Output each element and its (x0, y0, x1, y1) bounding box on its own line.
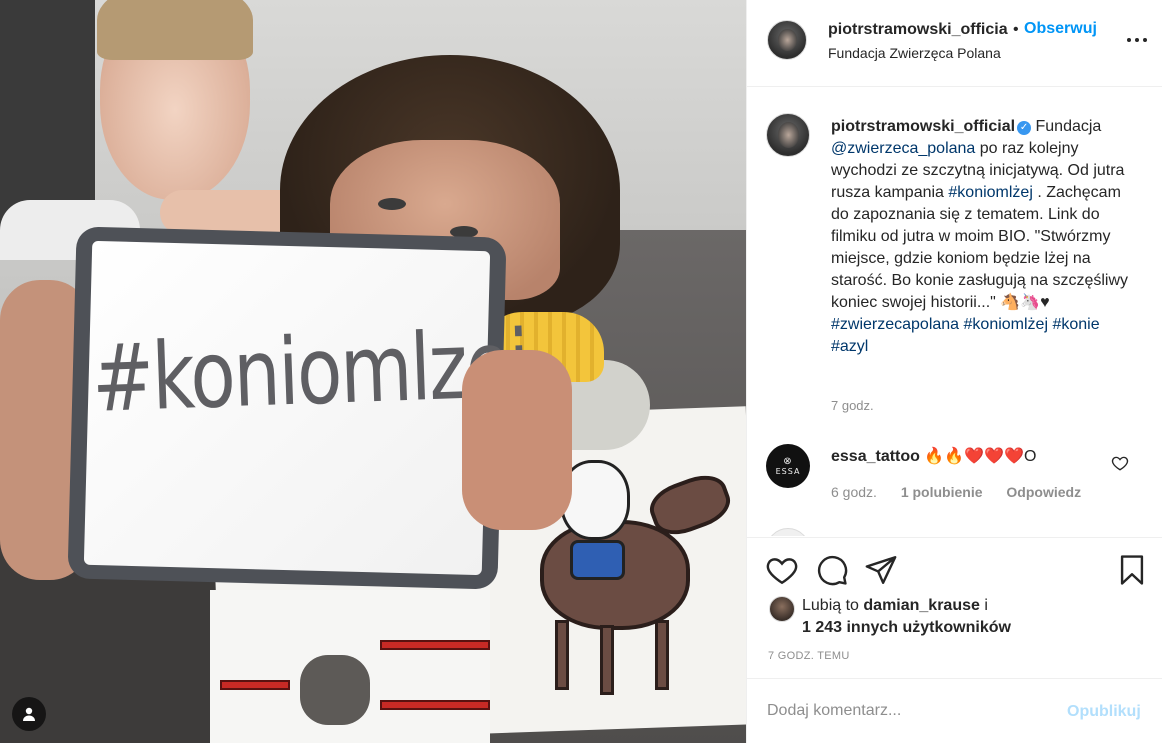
save-button[interactable] (1115, 553, 1149, 587)
comment-text: 🔥🔥❤️❤️❤️O (924, 448, 1037, 465)
likes-prefix: Lubią to (802, 597, 864, 614)
comment: essa_tattoo 🔥🔥❤️❤️❤️O (831, 446, 1036, 466)
paper-plane-icon (865, 556, 897, 584)
likes-line: 1 243 innych użytkowników (802, 619, 1011, 637)
bookmark-icon (1120, 555, 1144, 585)
caption-text: . Zachęcam do zapoznania się z tematem. … (831, 184, 1129, 311)
caption-time: 7 godz. (831, 398, 874, 413)
commenter-avatar[interactable]: ⊗ ESSA (766, 444, 810, 488)
post-actions (747, 537, 1162, 601)
post-photo[interactable]: #koniomlzej (0, 0, 746, 743)
more-options-icon[interactable] (1123, 30, 1151, 50)
photo-fence (380, 640, 490, 650)
author-avatar[interactable] (767, 20, 807, 60)
post-caption: piotrstramowski_official ✓ Fundacja @zwie… (831, 116, 1131, 358)
comment-username[interactable]: essa_tattoo (831, 448, 920, 465)
reply-button[interactable]: Odpowiedz (1006, 484, 1081, 500)
commenter-avatar[interactable] (766, 528, 810, 536)
caption-text: Fundacja (1031, 118, 1102, 135)
photo-woman-hair (97, 0, 253, 60)
comment-icon (817, 555, 848, 586)
post-timestamp[interactable]: 7 GODZ. TEMU (768, 650, 850, 662)
verified-badge-icon: ✓ (1017, 121, 1032, 135)
comment-time: 6 godz. (831, 484, 877, 500)
likes-suffix: i (979, 597, 988, 614)
logo-icon: ⊗ (783, 456, 793, 467)
photo-horse-leg (600, 625, 614, 695)
post-header: piotrstramowski_official • Obserwuj Fund… (747, 0, 1162, 87)
caption-mention[interactable]: @zwierzeca_polana (831, 140, 975, 157)
post-sidebar: piotrstramowski_official • Obserwuj Fund… (746, 0, 1162, 743)
likes-others-link[interactable]: 1 243 innych użytkowników (802, 619, 1011, 636)
publish-button[interactable]: Opublikuj (1067, 703, 1141, 721)
photo-man-hand (462, 350, 572, 530)
comment-meta: 6 godz. 1 polubienie Odpowiedz (831, 484, 1101, 500)
author-username[interactable]: piotrstramowski_official (828, 21, 1008, 39)
photo-horse-leg (655, 620, 669, 690)
likes-summary: Lubią to damian_krause i 1 243 innych uż… (747, 596, 1162, 646)
photo-eye (378, 198, 406, 210)
user-icon (23, 707, 35, 721)
photo-board-text: #koniomlzej (90, 310, 530, 434)
photo-donkey (300, 655, 370, 725)
tagged-users-button[interactable] (12, 697, 46, 731)
add-comment-bar: Opublikuj (747, 678, 1162, 743)
photo-mouse-pants (570, 540, 625, 580)
caption-username[interactable]: piotrstramowski_official (831, 118, 1015, 135)
caption-author-avatar[interactable] (766, 113, 810, 157)
post-location[interactable]: Fundacja Zwierzęca Polana (828, 45, 1001, 61)
comment-likes[interactable]: 1 polubienie (901, 484, 983, 500)
comments-list[interactable]: piotrstramowski_official ✓ Fundacja @zwie… (747, 88, 1162, 536)
photo-fence (380, 700, 490, 710)
share-button[interactable] (864, 553, 898, 587)
likes-line: Lubią to damian_krause i (802, 597, 988, 615)
follow-button[interactable]: Obserwuj (1024, 20, 1097, 38)
comment-input[interactable] (767, 699, 1047, 723)
caption-hashtag[interactable]: #koniomlżej (948, 184, 1032, 201)
photo-background (0, 0, 95, 230)
photo-horse-leg (555, 620, 569, 690)
separator-dot: • (1013, 21, 1019, 38)
like-button[interactable] (765, 553, 799, 587)
comment-button[interactable] (815, 553, 849, 587)
caption-hashtags[interactable]: #zwierzecapolana #koniomlżej #konie #azy… (831, 316, 1100, 355)
liker-username[interactable]: damian_krause (863, 597, 980, 614)
comment-like-heart-icon[interactable] (1111, 454, 1129, 472)
heart-icon (766, 558, 798, 585)
commenter-avatar-text: ESSA (775, 467, 801, 476)
liker-avatar[interactable] (769, 596, 795, 622)
photo-fence (220, 680, 290, 690)
